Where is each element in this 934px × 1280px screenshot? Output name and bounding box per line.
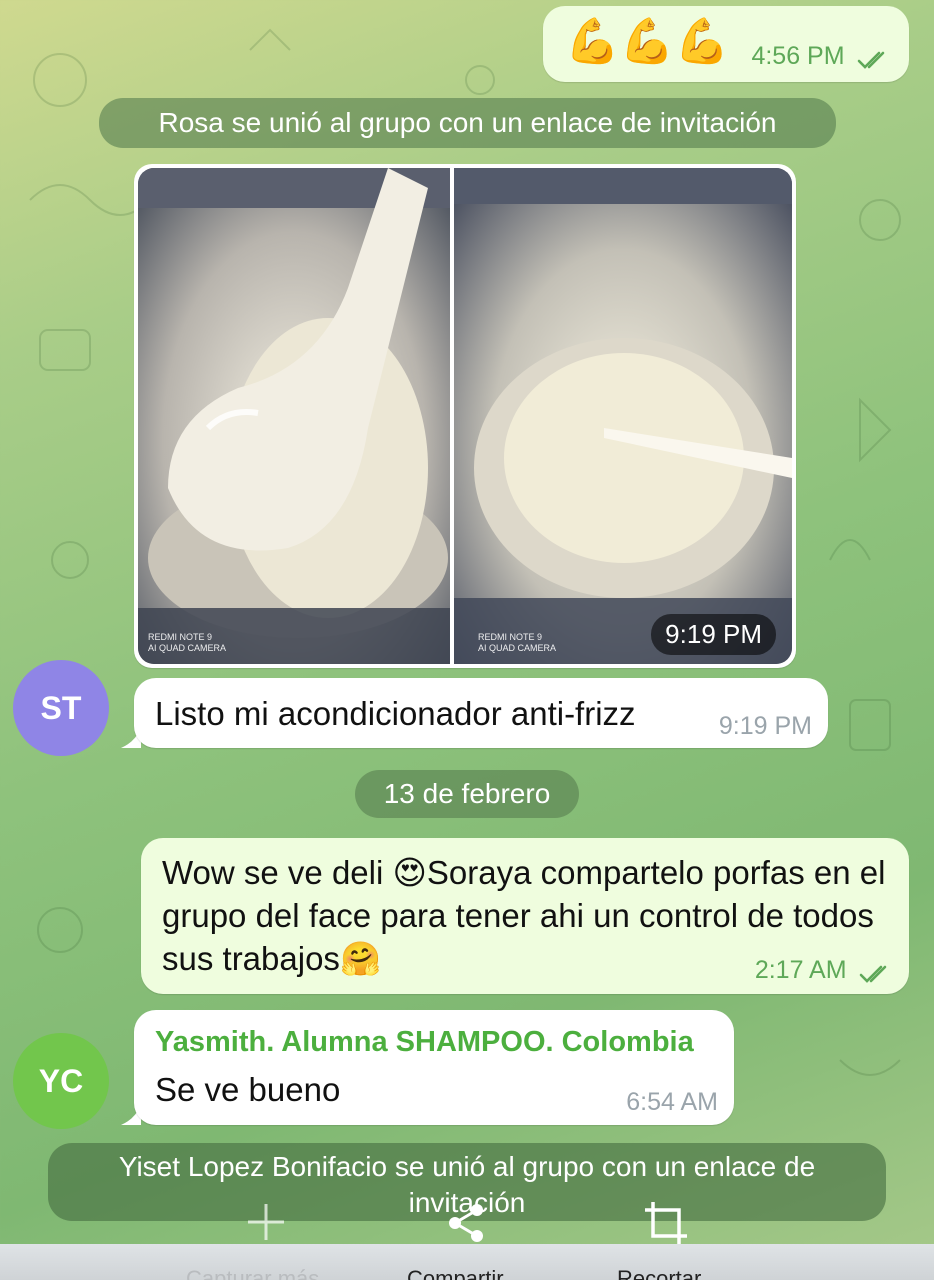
plus-icon xyxy=(248,1204,284,1240)
sender-name[interactable]: Yasmith. Alumna SHAMPOO. Colombia xyxy=(155,1026,694,1059)
capture-more-label[interactable]: Capturar más xyxy=(186,1266,319,1280)
emoji-content: 💪💪💪 xyxy=(565,17,730,66)
crop-label[interactable]: Recortar xyxy=(617,1266,701,1280)
crop-icon xyxy=(645,1202,687,1244)
photo-album-message[interactable]: REDMI NOTE 9 AI QUAD CAMERA REDMI NOTE 9… xyxy=(134,164,796,668)
conditioner-photo-right xyxy=(454,168,792,664)
message-time: 4:56 PM xyxy=(751,42,845,70)
message-text: Se ve bueno xyxy=(155,1071,341,1108)
avatar-st[interactable]: ST xyxy=(13,660,109,756)
photo-right[interactable]: REDMI NOTE 9 AI QUAD CAMERA 9:19 PM xyxy=(454,168,792,664)
share-icon xyxy=(449,1204,483,1242)
camera-watermark-left: REDMI NOTE 9 AI QUAD CAMERA xyxy=(148,632,226,654)
double-check-icon xyxy=(857,51,885,69)
message-time: 2:17 AM xyxy=(754,956,847,984)
bottom-action-bar: Capturar más Compartir Recortar xyxy=(0,1244,934,1280)
camera-type-text: AI QUAD CAMERA xyxy=(148,643,227,653)
camera-type-text: AI QUAD CAMERA xyxy=(478,643,557,653)
message-text-part1: Wow se ve deli xyxy=(162,854,393,891)
incoming-message-yc[interactable]: Yasmith. Alumna SHAMPOO. Colombia Se ve … xyxy=(134,1010,734,1125)
message-time: 9:19 PM xyxy=(718,712,812,740)
message-time: 6:54 AM xyxy=(626,1088,718,1116)
outgoing-message-wow[interactable]: Wow se ve deli 😍Soraya compartelo porfas… xyxy=(141,838,909,994)
hugging-emoji: 🤗 xyxy=(339,940,382,977)
incoming-message-st[interactable]: Listo mi acondicionador anti-frizz 9:19 … xyxy=(134,678,828,748)
photo-left[interactable]: REDMI NOTE 9 AI QUAD CAMERA xyxy=(138,168,450,664)
camera-model-text: REDMI NOTE 9 xyxy=(478,632,543,642)
conditioner-photo-left xyxy=(138,168,450,664)
heart-eyes-emoji: 😍 xyxy=(392,854,427,891)
camera-watermark-right: REDMI NOTE 9 AI QUAD CAMERA xyxy=(478,632,556,654)
service-message-rosa-joined: Rosa se unió al grupo con un enlace de i… xyxy=(99,98,836,148)
photo-timestamp: 9:19 PM xyxy=(651,614,776,655)
outgoing-message-emoji[interactable]: 💪💪💪 4:56 PM xyxy=(543,6,909,82)
date-separator: 13 de febrero xyxy=(355,770,579,818)
camera-model-text: REDMI NOTE 9 xyxy=(148,632,213,642)
capture-more-button[interactable] xyxy=(176,1200,356,1250)
avatar-yc[interactable]: YC xyxy=(13,1033,109,1129)
double-check-icon xyxy=(859,965,887,983)
share-label[interactable]: Compartir xyxy=(407,1266,504,1280)
message-text: Listo mi acondicionador anti-frizz xyxy=(155,695,636,732)
